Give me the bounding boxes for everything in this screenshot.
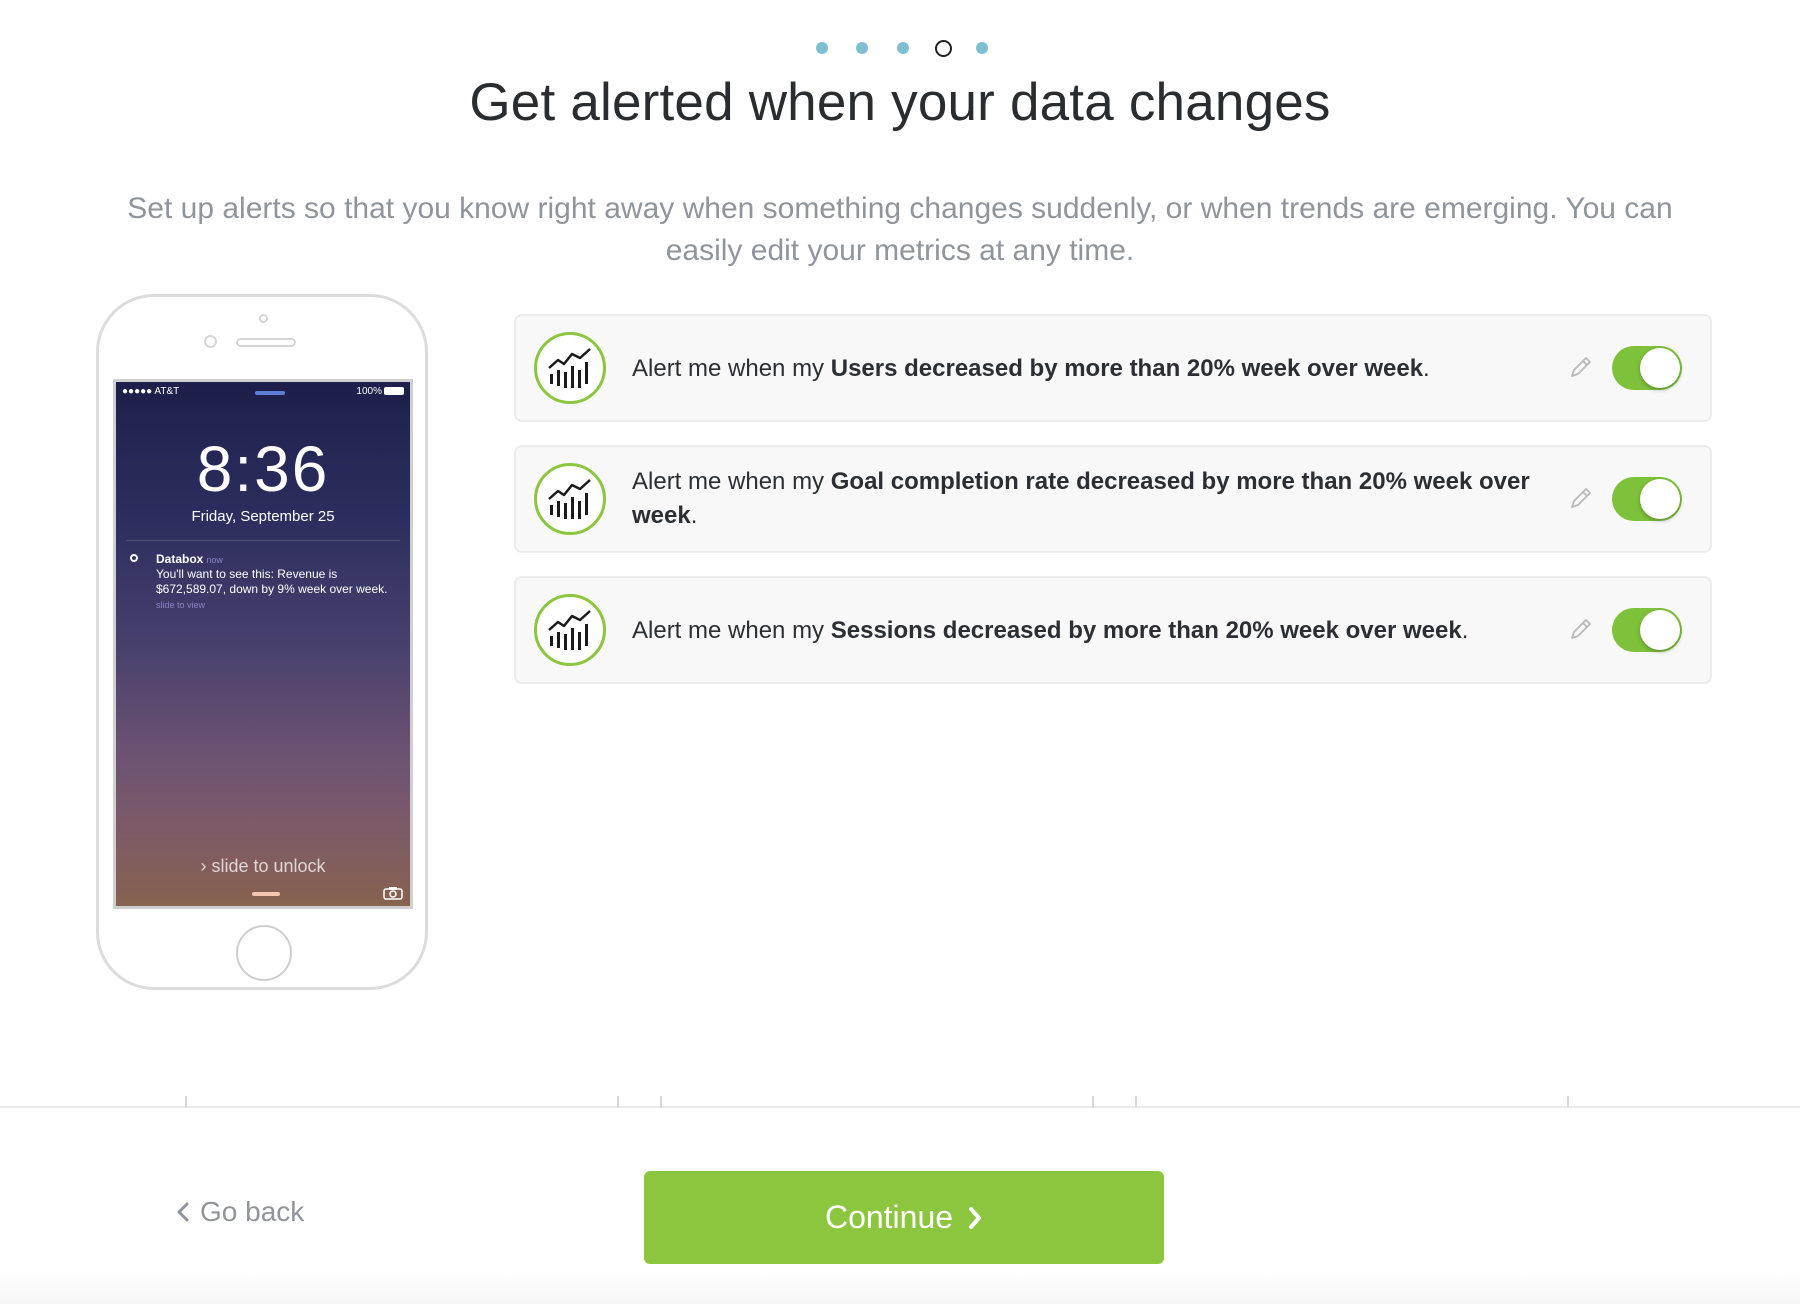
- alert-toggle[interactable]: [1612, 608, 1682, 652]
- battery-indicator: 100%: [356, 386, 404, 397]
- divider-tick: [1135, 1096, 1137, 1108]
- alert-card: Alert me when my Users decreased by more…: [514, 314, 1712, 422]
- alert-card: Alert me when my Sessions decreased by m…: [514, 576, 1712, 684]
- lock-time: 8:36: [196, 433, 330, 505]
- step-dot-5[interactable]: [976, 42, 988, 54]
- page-bottom-shadow: [0, 1270, 1800, 1304]
- alert-toggle[interactable]: [1612, 477, 1682, 521]
- alert-suffix: .: [1423, 355, 1430, 382]
- step-dot-4-current[interactable]: [935, 40, 952, 57]
- go-back-button[interactable]: Go back: [176, 1196, 304, 1228]
- page-subtitle: Set up alerts so that you know right awa…: [127, 192, 1673, 267]
- battery-icon: [384, 387, 404, 396]
- lock-date: Friday, September 25: [191, 508, 335, 525]
- notification-message: You'll want to see this: Revenue is $672…: [156, 567, 388, 596]
- toggle-knob: [1640, 479, 1680, 519]
- divider-tick: [185, 1096, 187, 1108]
- bar-chart-trend-icon: [534, 332, 606, 404]
- bar-chart-trend-icon-glyph: [548, 479, 591, 519]
- notification-app-name: Databox: [156, 552, 204, 566]
- alert-suffix: .: [1461, 617, 1469, 644]
- divider-tick: [1092, 1096, 1094, 1108]
- phone-lock-screen: ●●●●● AT&T 100% 8:36 Friday, September 2…: [113, 379, 413, 909]
- phone-speaker: [236, 338, 296, 347]
- unlock-label: slide to unlock: [211, 856, 326, 876]
- phone-home-button: [236, 925, 292, 981]
- alert-condition: Sessions decreased by more than 20% week…: [830, 617, 1462, 644]
- continue-button[interactable]: Continue: [644, 1171, 1164, 1264]
- alert-prefix: Alert me when my: [632, 617, 831, 644]
- alert-suffix: .: [690, 502, 698, 529]
- pencil-icon[interactable]: [1566, 352, 1596, 382]
- bar-chart-trend-icon-glyph: [548, 348, 591, 388]
- step-dot-2[interactable]: [856, 42, 868, 54]
- slide-to-unlock: › slide to unlock: [116, 856, 410, 877]
- step-dot-3[interactable]: [897, 42, 909, 54]
- pencil-icon[interactable]: [1566, 483, 1596, 513]
- divider-tick: [617, 1096, 619, 1108]
- toggle-knob: [1640, 348, 1680, 388]
- alert-text: Alert me when my Sessions decreased by m…: [632, 614, 1552, 648]
- phone-status-bar: ●●●●● AT&T 100%: [122, 386, 404, 400]
- go-back-label: Go back: [200, 1196, 305, 1227]
- phone-sensor: [204, 335, 217, 348]
- notification-hint: slide to view: [156, 600, 206, 610]
- alert-text: Alert me when my Goal completion rate de…: [632, 465, 1552, 533]
- alert-toggle[interactable]: [1612, 346, 1682, 390]
- pencil-icon[interactable]: [1566, 614, 1596, 644]
- alert-card: Alert me when my Goal completion rate de…: [514, 445, 1712, 553]
- alert-prefix: Alert me when my: [632, 468, 831, 495]
- home-indicator: [252, 892, 280, 896]
- alert-text: Alert me when my Users decreased by more…: [632, 352, 1552, 386]
- divider-tick: [660, 1096, 662, 1108]
- notification-time: now: [206, 555, 223, 565]
- bar-chart-trend-icon: [534, 463, 606, 535]
- chevron-left-icon: [177, 1202, 189, 1222]
- camera-icon: [383, 887, 403, 900]
- footer-divider: [0, 1106, 1800, 1108]
- progress-stepper: [0, 40, 1800, 57]
- page-title: Get alerted when your data changes: [469, 73, 1331, 132]
- databox-app-icon: [130, 554, 138, 562]
- carrier-label: ●●●●● AT&T: [122, 386, 180, 397]
- bar-chart-trend-icon: [534, 594, 606, 666]
- chevron-right-icon: ›: [200, 856, 207, 876]
- toggle-knob: [1640, 610, 1680, 650]
- divider-tick: [1567, 1096, 1569, 1108]
- battery-label: 100%: [356, 386, 382, 397]
- alert-condition: Users decreased by more than 20% week ov…: [830, 355, 1424, 382]
- chevron-right-icon: [969, 1206, 982, 1229]
- alert-prefix: Alert me when my: [632, 355, 831, 382]
- step-dot-1[interactable]: [816, 42, 828, 54]
- bar-chart-trend-icon-glyph: [548, 610, 591, 650]
- notification-app-name-wrap: Databox now: [156, 552, 223, 568]
- continue-label: Continue: [824, 1199, 954, 1235]
- lock-divider: [126, 540, 400, 541]
- status-indicator: [255, 391, 285, 395]
- phone-camera: [259, 314, 268, 323]
- phone-mockup: ●●●●● AT&T 100% 8:36 Friday, September 2…: [96, 294, 428, 990]
